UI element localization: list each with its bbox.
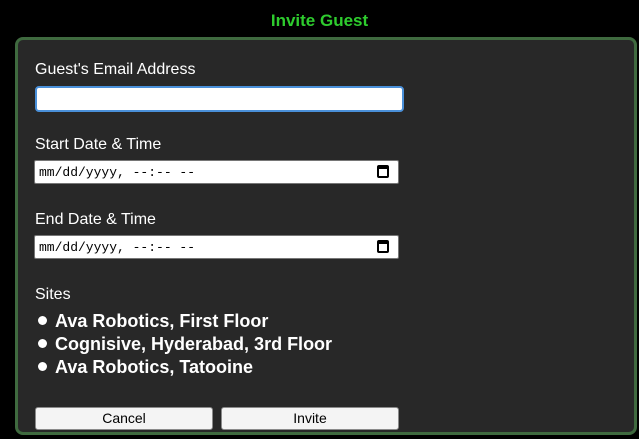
bullet-icon: [38, 361, 47, 371]
sites-list: Ava Robotics, First Floor Cognisive, Hyd…: [38, 310, 332, 379]
invite-button[interactable]: Invite: [221, 407, 399, 430]
cancel-button[interactable]: Cancel: [35, 407, 213, 430]
list-item: Ava Robotics, Tatooine: [38, 356, 332, 379]
dialog-title: Invite Guest: [270, 11, 369, 30]
end-datetime-input[interactable]: mm/dd/yyyy, --:-- --: [34, 235, 399, 259]
calendar-icon[interactable]: [377, 165, 389, 178]
bullet-icon: [38, 338, 47, 348]
end-datetime-label: End Date & Time: [35, 211, 156, 228]
end-datetime-placeholder: mm/dd/yyyy, --:-- --: [39, 240, 196, 255]
email-field[interactable]: [35, 86, 404, 112]
list-item: Cognisive, Hyderabad, 3rd Floor: [38, 333, 332, 356]
sites-label: Sites: [35, 286, 71, 303]
site-name: Ava Robotics, First Floor: [55, 311, 269, 331]
start-datetime-input[interactable]: mm/dd/yyyy, --:-- --: [34, 160, 399, 184]
calendar-icon[interactable]: [377, 240, 389, 253]
site-name: Ava Robotics, Tatooine: [55, 357, 254, 377]
site-name: Cognisive, Hyderabad, 3rd Floor: [55, 334, 333, 354]
list-item: Ava Robotics, First Floor: [38, 310, 332, 333]
bullet-icon: [38, 315, 47, 325]
start-datetime-label: Start Date & Time: [35, 136, 162, 153]
start-datetime-placeholder: mm/dd/yyyy, --:-- --: [39, 165, 196, 180]
invite-guest-dialog: Guest's Email Address Start Date & Time …: [15, 37, 637, 435]
email-label: Guest's Email Address: [35, 61, 196, 78]
